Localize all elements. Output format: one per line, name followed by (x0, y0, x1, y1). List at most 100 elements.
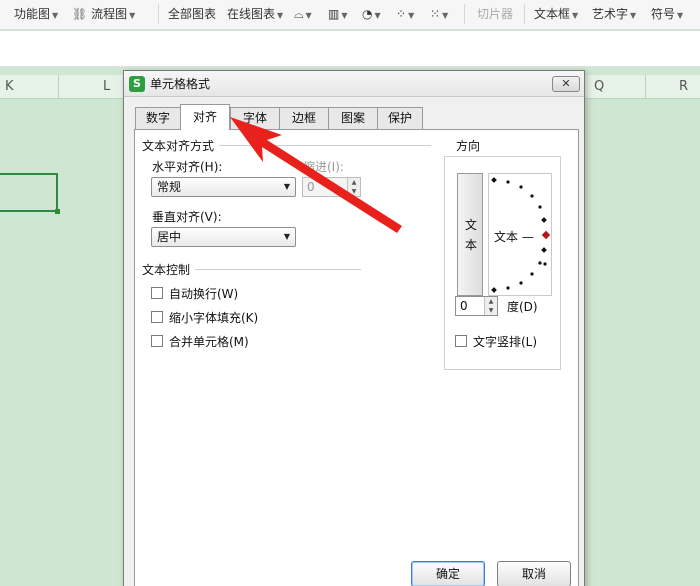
chevron-down-icon: ▼ (572, 11, 579, 20)
horizontal-align-select[interactable]: 常规 ▼ (151, 177, 296, 197)
ribbon-item-label: 文本框 (534, 7, 571, 21)
dialog-titlebar[interactable]: S 单元格格式 ✕ (124, 71, 584, 97)
text-control-group-title: 文本控制 (142, 263, 191, 277)
ribbon-item-label: 流程图 (91, 7, 128, 21)
flowchart-icon: ⛓ (72, 7, 92, 21)
chevron-down-icon: ▼ (442, 11, 449, 20)
scatter-chart-icon: ⁘ (396, 7, 407, 21)
column-header-l[interactable]: L (103, 75, 110, 99)
cancel-button[interactable]: 取消 (497, 561, 571, 586)
vertical-align-select[interactable]: 居中 ▼ (151, 227, 296, 247)
indent-label: 缩进(I): (303, 160, 344, 174)
ribbon-function-chart-button[interactable]: 功能图 ▼ (14, 4, 58, 24)
indent-stepper[interactable]: 0 ▲ ▼ (302, 177, 361, 197)
stepper-arrows[interactable]: ▲ ▼ (347, 178, 360, 196)
ribbon-flowchart-button[interactable]: ⛓ 流程图 ▼ (72, 4, 135, 24)
shrink-to-fit-label[interactable]: 缩小字体填充(K) (169, 309, 258, 326)
tab-pattern[interactable]: 图案 (328, 107, 378, 129)
orientation-dial-text: 文本 — (494, 230, 534, 244)
formula-bar-area (0, 31, 700, 67)
tab-number[interactable]: 数字 (135, 107, 181, 129)
vertical-text-checkbox[interactable] (455, 335, 467, 347)
ribbon-online-charts-button[interactable]: 在线图表 ▼ (227, 4, 283, 24)
ribbon-item-label: 在线图表 (227, 7, 276, 21)
more-chart-icon: ⁙ (430, 7, 441, 21)
stepper-arrows[interactable]: ▲ ▼ (484, 297, 497, 315)
chevron-down-icon: ▼ (341, 11, 348, 20)
wrap-text-checkbox[interactable] (151, 287, 163, 299)
close-icon: ✕ (561, 77, 571, 90)
ribbon-more-chart-button[interactable]: ⁙ ▼ (430, 4, 448, 24)
ribbon-all-charts-button[interactable]: 全部图表 (168, 4, 216, 24)
ribbon-shape-line-button[interactable]: ⌓ ▼ (294, 4, 312, 24)
wrap-text-label[interactable]: 自动换行(W) (169, 285, 238, 302)
chevron-down-icon: ▼ (277, 11, 284, 20)
chevron-down-icon: ▼ (351, 188, 357, 195)
chevron-up-icon: ▲ (351, 179, 357, 186)
ribbon-toolbar: 功能图 ▼ ⛓ 流程图 ▼ 全部图表 在线图表 ▼ ⌓ ▼ ▥ ▼ ◔ ▼ ⁘ ▼ ⁙ ▼ 切片… (0, 0, 700, 30)
tab-border[interactable]: 边框 (279, 107, 329, 129)
ribbon-textbox-button[interactable]: 文本框 ▼ (534, 4, 578, 24)
chevron-down-icon: ▼ (52, 11, 59, 20)
ribbon-separator (524, 4, 525, 24)
vertical-text-checkbox-label[interactable]: 文字竖排(L) (473, 333, 537, 350)
fill-handle[interactable] (55, 209, 60, 214)
tab-protection[interactable]: 保护 (377, 107, 423, 129)
ribbon-item-label: 功能图 (14, 7, 51, 21)
selected-cell[interactable] (0, 173, 58, 212)
group-divider (219, 145, 431, 146)
degree-label: 度(D) (507, 300, 538, 314)
ribbon-item-label: 艺术字 (592, 7, 629, 21)
chevron-down-icon: ▼ (283, 232, 290, 241)
orientation-group-title: 方向 (453, 137, 484, 154)
merge-cells-checkbox[interactable] (151, 335, 163, 347)
degree-value: 0 (460, 299, 468, 313)
ribbon-pie-chart-button[interactable]: ◔ ▼ (362, 4, 381, 24)
pie-chart-icon: ◔ (362, 7, 373, 21)
ribbon-slicer-button[interactable]: 切片器 (477, 4, 513, 24)
shrink-to-fit-checkbox[interactable] (151, 311, 163, 323)
bar-chart-icon: ▥ (328, 7, 340, 21)
dialog-title: 单元格格式 (150, 77, 211, 91)
tab-alignment[interactable]: 对齐 (180, 104, 230, 130)
ribbon-wordart-button[interactable]: 艺术字 ▼ (592, 4, 636, 24)
app-logo-icon: S (129, 76, 145, 92)
alignment-panel: 文本对齐方式 水平对齐(H): 常规 ▼ 缩进(I): 0 ▲ ▼ 垂直对齐(V)… (134, 129, 579, 586)
degree-stepper[interactable]: 0 ▲ ▼ (455, 296, 498, 316)
close-button[interactable]: ✕ (552, 76, 580, 92)
ribbon-symbol-button[interactable]: 符号 ▼ (651, 4, 683, 24)
column-header-k[interactable]: K (5, 75, 14, 99)
orientation-dial[interactable]: 文本 — (488, 173, 552, 296)
chevron-down-icon: ▼ (630, 11, 637, 20)
chevron-down-icon: ▼ (283, 182, 290, 191)
vertical-text-orientation-button[interactable]: 文 本 (457, 173, 483, 296)
horizontal-align-label: 水平对齐(H): (152, 160, 223, 174)
ribbon-item-label: 全部图表 (168, 7, 217, 21)
ribbon-item-label: 切片器 (477, 7, 514, 21)
ribbon-separator (158, 4, 159, 24)
ribbon-item-label: 符号 (651, 7, 676, 21)
column-divider (58, 75, 59, 99)
chevron-down-icon: ▼ (129, 11, 136, 20)
ribbon-scatter-chart-button[interactable]: ⁘ ▼ (396, 4, 414, 24)
ribbon-separator (464, 4, 465, 24)
tab-font[interactable]: 字体 (230, 107, 280, 129)
ribbon-bar-chart-button[interactable]: ▥ ▼ (328, 4, 348, 24)
chevron-up-icon: ▲ (488, 298, 494, 305)
ok-button[interactable]: 确定 (411, 561, 485, 586)
chevron-down-icon: ▼ (408, 11, 415, 20)
line-chart-icon: ⌓ (294, 7, 304, 21)
format-cells-dialog: S 单元格格式 ✕ 数字 对齐 字体 边框 图案 保护 文本对齐方式 水平对齐(… (123, 70, 585, 586)
vertical-align-value: 居中 (157, 230, 182, 244)
chevron-down-icon: ▼ (305, 11, 312, 20)
indent-value: 0 (307, 180, 315, 194)
column-header-q[interactable]: Q (594, 75, 604, 99)
vertical-align-label: 垂直对齐(V): (152, 210, 222, 224)
merge-cells-label[interactable]: 合并单元格(M) (169, 333, 249, 350)
horizontal-align-value: 常规 (157, 180, 182, 194)
chevron-down-icon: ▼ (677, 11, 684, 20)
vertical-text-char: 本 (465, 238, 478, 252)
chevron-down-icon: ▼ (488, 307, 494, 314)
column-header-r[interactable]: R (679, 75, 688, 99)
text-alignment-group-title: 文本对齐方式 (142, 139, 215, 153)
